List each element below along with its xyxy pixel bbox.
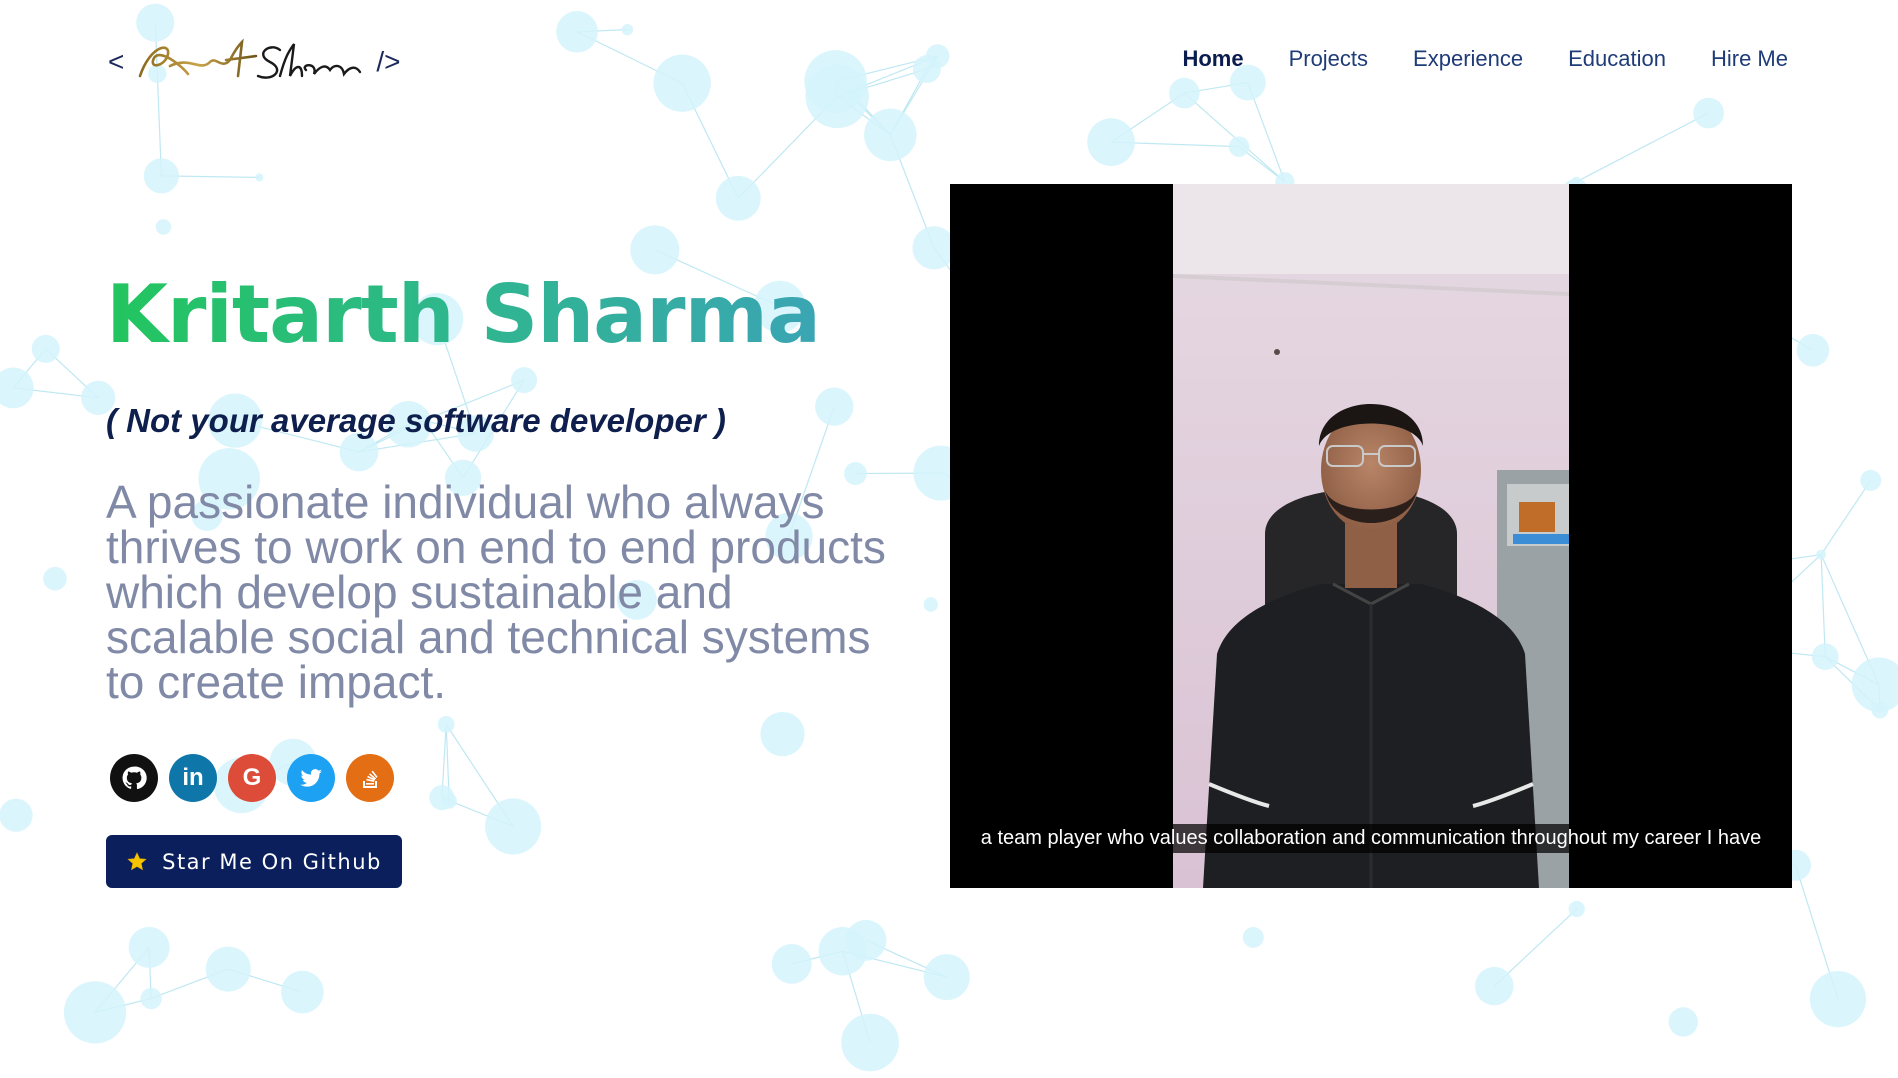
video-caption: a team player who values collaboration a… (964, 824, 1778, 853)
star-icon (127, 851, 147, 870)
twitter-icon[interactable] (287, 754, 335, 802)
github-icon[interactable] (110, 754, 158, 802)
signature-logo (139, 38, 362, 79)
hero-description: A passionate individual who always thriv… (106, 476, 886, 708)
hero-tagline: ( Not your average software developer ) (106, 402, 726, 439)
logo-open-bracket: < (108, 46, 125, 77)
site-logo[interactable]: < /> (108, 36, 401, 88)
star-button-label: Star Me On Github (162, 849, 382, 874)
nav-projects[interactable]: Projects (1289, 46, 1368, 72)
google-glyph: G (242, 764, 262, 791)
nav-experience[interactable]: Experience (1413, 46, 1523, 72)
linkedin-glyph: in (182, 764, 204, 791)
google-icon[interactable]: G (228, 754, 276, 802)
main-nav: Home Projects Experience Education Hire … (1182, 46, 1788, 72)
star-on-github-button[interactable]: Star Me On Github (106, 835, 402, 888)
stackoverflow-icon[interactable] (346, 754, 394, 802)
nav-education[interactable]: Education (1568, 46, 1666, 72)
intro-video-player[interactable]: a team player who values collaboration a… (950, 184, 1792, 888)
linkedin-icon[interactable]: in (169, 754, 217, 802)
nav-home[interactable]: Home (1182, 46, 1243, 72)
logo-close-bracket: /> (376, 46, 401, 77)
social-links: in G (110, 754, 394, 802)
video-frame (1173, 184, 1569, 888)
nav-hire-me[interactable]: Hire Me (1711, 46, 1788, 72)
hero-name: Kritarth Sharma (106, 268, 821, 361)
